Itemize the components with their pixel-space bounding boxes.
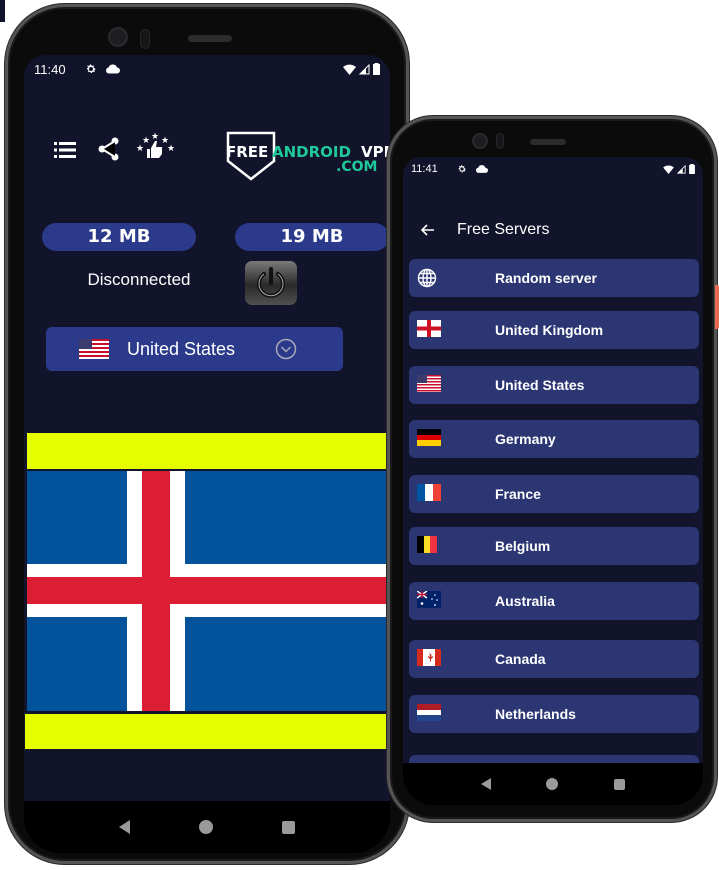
sensor (496, 133, 504, 149)
selected-country-name: United States (127, 338, 236, 359)
screen-title: Free Servers (457, 221, 550, 238)
nav-recents-icon[interactable] (282, 820, 296, 834)
settings-icon (86, 64, 96, 73)
power-icon (257, 267, 285, 298)
menu-list-icon[interactable] (54, 141, 76, 159)
server-item-germany[interactable]: Germany (409, 420, 699, 458)
nav-back-icon[interactable] (480, 778, 491, 790)
cloud-icon (475, 165, 488, 173)
freeandroidvpn-logo: FREE ANDROID VPN .COM (226, 131, 390, 181)
england-flag-icon (417, 320, 441, 337)
background-tab (0, 0, 5, 22)
rate-stars-thumbs-up-icon[interactable]: ★★ ★★ ★ (136, 131, 174, 161)
server-label: Netherlands (495, 706, 576, 722)
connection-status: Disconnected (87, 270, 191, 289)
france-flag-icon (417, 484, 441, 501)
svg-text:★: ★ (136, 144, 144, 154)
signal-icon (359, 63, 370, 74)
server-item-united-states[interactable]: United States (409, 366, 699, 404)
status-time: 11:40 (34, 61, 66, 77)
globe-icon (417, 268, 437, 288)
svg-text:★: ★ (151, 132, 159, 142)
status-bar: 11:40 (24, 55, 390, 83)
side-button (715, 285, 719, 329)
phone-server-list: 11:41 Free Servers Random server United … (387, 116, 719, 822)
status-bar: 11:41 (403, 157, 703, 181)
download-stat: 12 MB (42, 223, 196, 251)
earpiece-speaker (530, 139, 566, 145)
server-label: France (495, 486, 541, 502)
country-selector[interactable]: United States (46, 327, 343, 371)
belgium-flag-icon (417, 536, 437, 553)
free-servers-screen: 11:41 Free Servers Random server United … (403, 157, 703, 763)
server-item-belgium[interactable]: Belgium (409, 527, 699, 565)
logo-domain: .COM (336, 159, 377, 175)
us-flag-icon (417, 375, 441, 392)
signal-icon (677, 164, 686, 174)
server-label: Belgium (495, 538, 551, 554)
screen-header: Free Servers (403, 215, 703, 245)
nav-recents-icon[interactable] (614, 778, 626, 790)
wifi-icon (663, 164, 674, 174)
server-label: Australia (495, 593, 555, 609)
banner-bottom-bar (25, 714, 387, 749)
server-label: United States (495, 377, 585, 393)
sensor (140, 29, 150, 49)
front-camera (472, 133, 488, 149)
chevron-down-circle-icon (275, 338, 297, 360)
navigation-bar (24, 801, 390, 853)
server-item-random[interactable]: Random server (409, 259, 699, 297)
settings-icon (458, 165, 466, 173)
svg-text:★: ★ (167, 144, 174, 154)
nav-home-icon[interactable] (546, 778, 559, 790)
banner-top-bar (27, 433, 389, 469)
back-arrow-icon[interactable] (421, 224, 435, 236)
share-icon[interactable] (98, 137, 120, 161)
upload-stat: 19 MB (235, 223, 389, 251)
us-flag-icon (79, 339, 109, 359)
server-item-australia[interactable]: Australia (409, 582, 699, 620)
vpn-home-screen: 11:40 ★ ★ ★ ★ ★ FREE ANDROID VPN .COM 12 M (24, 55, 390, 801)
wifi-icon (343, 64, 356, 75)
server-item-netherlands[interactable]: Netherlands (409, 695, 699, 733)
canada-flag-icon (417, 649, 441, 666)
nav-back-icon[interactable] (118, 820, 130, 834)
top-toolbar: ★ ★ ★ ★ ★ FREE ANDROID VPN .COM (24, 125, 390, 185)
netherlands-flag-icon (417, 704, 441, 721)
front-camera (108, 27, 128, 47)
earpiece-speaker (188, 35, 232, 42)
connect-power-button[interactable] (245, 261, 297, 305)
server-label: Germany (495, 431, 556, 447)
battery-icon (689, 164, 695, 174)
cloud-icon (105, 64, 120, 74)
server-item-canada[interactable]: Canada (409, 640, 699, 678)
logo-free: FREE (226, 143, 268, 161)
server-label: Canada (495, 651, 546, 667)
server-item-united-kingdom[interactable]: United Kingdom (409, 311, 699, 349)
phone-main-screen: 11:40 ★ ★ ★ ★ ★ FREE ANDROID VPN .COM 12 M (5, 4, 409, 864)
navigation-bar (403, 763, 703, 805)
nav-home-icon[interactable] (198, 820, 213, 834)
status-time: 11:41 (411, 163, 438, 175)
server-label: Random server (495, 270, 597, 286)
germany-flag-icon (417, 429, 441, 446)
server-item-partial[interactable] (409, 755, 699, 763)
server-item-france[interactable]: France (409, 475, 699, 513)
australia-flag-icon (417, 591, 441, 608)
iceland-flag-banner (27, 471, 388, 711)
server-label: United Kingdom (495, 322, 604, 338)
battery-icon (373, 63, 380, 75)
